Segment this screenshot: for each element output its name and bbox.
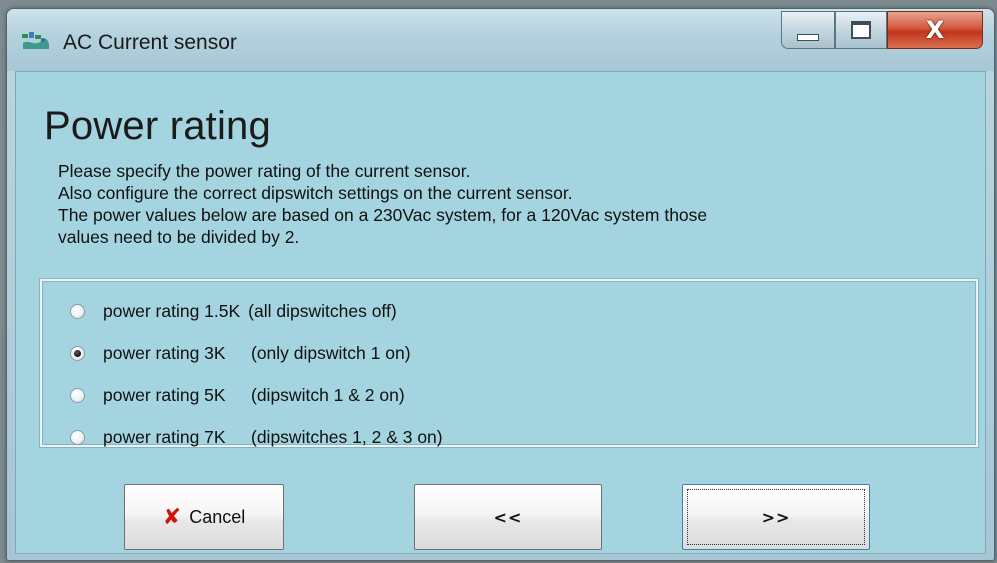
option-label: power rating 5K [103, 384, 226, 405]
back-button[interactable]: << [414, 484, 602, 550]
cancel-button[interactable]: ✘ Cancel [124, 484, 284, 550]
maximize-button[interactable] [835, 11, 887, 49]
maximize-icon [851, 21, 871, 39]
app-logo-icon [22, 32, 49, 49]
cancel-x-icon: ✘ [162, 504, 182, 530]
window-title: AC Current sensor [63, 31, 237, 54]
dialog-content: Power rating Please specify the power ra… [15, 71, 986, 554]
radio-power-3k[interactable]: power rating 3K (only dipswitch 1 on) [70, 336, 411, 370]
minimize-icon [797, 33, 819, 41]
option-detail: (dipswitches 1, 2 & 3 on) [251, 426, 443, 447]
cancel-label: Cancel [189, 506, 246, 527]
next-button[interactable]: >> [682, 484, 870, 550]
back-label: << [493, 507, 523, 527]
radio-power-7k[interactable]: power rating 7K (dipswitches 1, 2 & 3 on… [70, 420, 443, 454]
radio-power-1-5k[interactable]: power rating 1.5K (all dipswitches off) [70, 294, 397, 328]
dialog-window: AC Current sensor X Power rating Please … [6, 8, 995, 561]
option-detail: (all dipswitches off) [248, 300, 397, 321]
radio-button[interactable] [70, 303, 85, 319]
option-detail: (only dipswitch 1 on) [251, 342, 411, 363]
radio-button[interactable] [70, 387, 85, 403]
description-line: Please specify the power rating of the c… [58, 161, 471, 181]
radio-power-5k[interactable]: power rating 5K (dipswitch 1 & 2 on) [70, 378, 405, 412]
close-icon: X [925, 16, 945, 44]
description-text: Please specify the power rating of the c… [58, 160, 958, 248]
description-line: values need to be divided by 2. [58, 227, 300, 247]
option-label: power rating 3K [103, 342, 226, 363]
radio-button[interactable] [70, 345, 85, 361]
title-bar[interactable]: AC Current sensor X [7, 9, 994, 71]
description-line: The power values below are based on a 23… [58, 205, 708, 225]
option-label: power rating 1.5K [103, 300, 241, 321]
option-detail: (dipswitch 1 & 2 on) [251, 384, 405, 405]
page-title: Power rating [44, 104, 271, 148]
description-line: Also configure the correct dipswitch set… [58, 183, 573, 203]
focus-rectangle [687, 489, 865, 545]
option-label: power rating 7K [103, 426, 226, 447]
radio-button[interactable] [70, 429, 85, 445]
close-button[interactable]: X [887, 11, 983, 49]
minimize-button[interactable] [781, 11, 835, 49]
